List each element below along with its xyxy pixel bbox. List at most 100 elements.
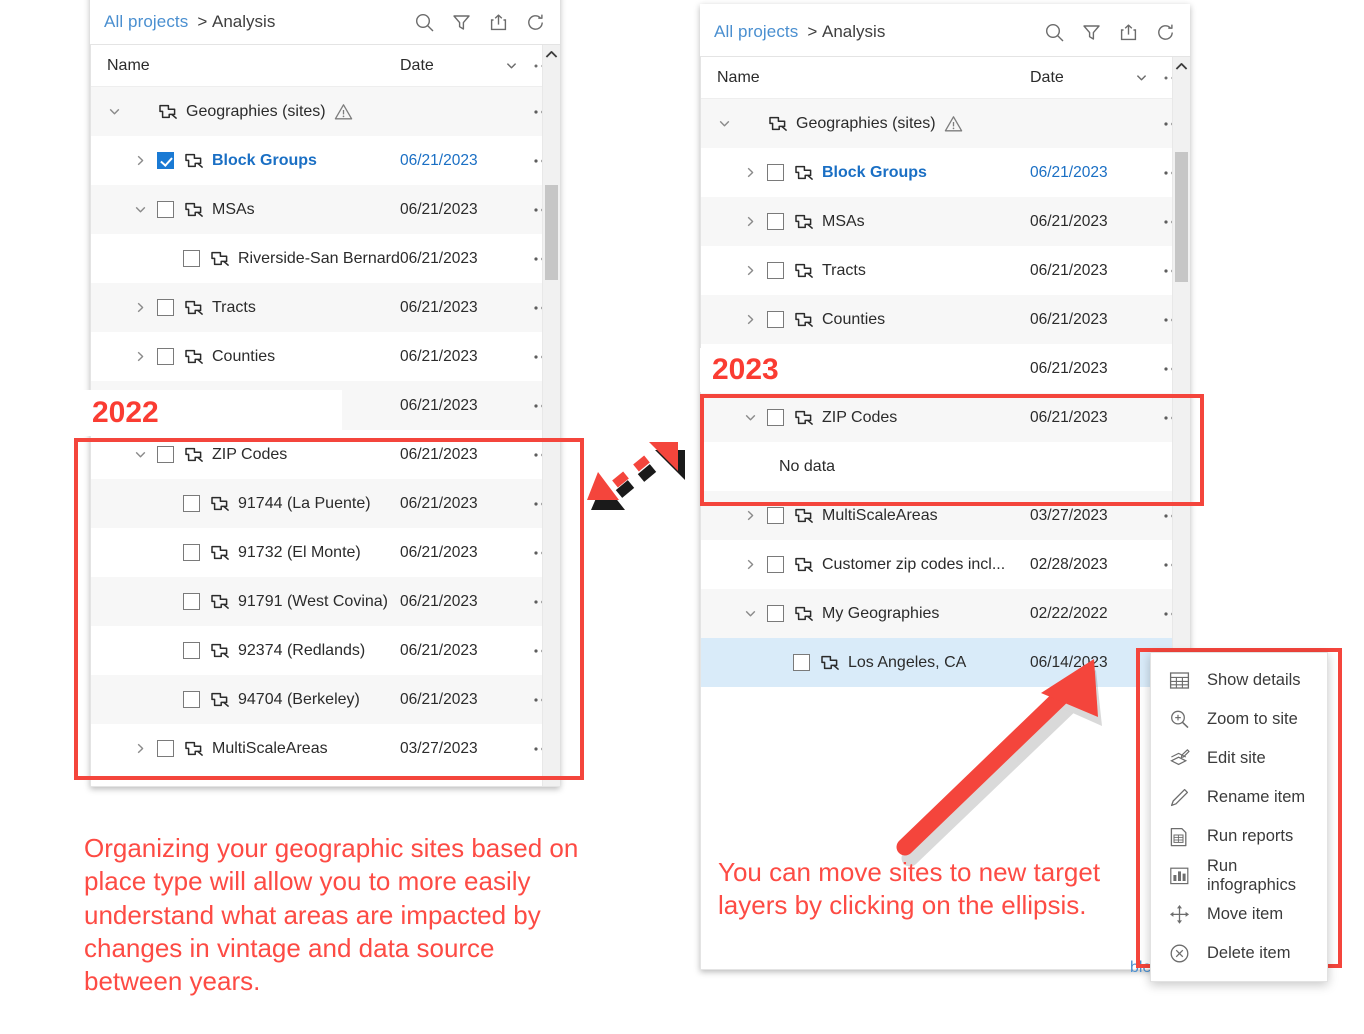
table-row[interactable]: 92374 (Redlands) 06/21/2023 — [91, 626, 560, 675]
row-checkbox[interactable] — [767, 605, 784, 622]
filter-icon[interactable] — [451, 12, 472, 33]
column-header-name[interactable]: Name — [107, 57, 400, 75]
row-checkbox[interactable] — [767, 213, 784, 230]
table-row[interactable]: No data — [701, 442, 1190, 491]
menu-item-show-details[interactable]: Show details — [1151, 661, 1327, 700]
sort-chevron-icon[interactable] — [496, 58, 526, 73]
row-name[interactable]: Tracts — [212, 299, 400, 317]
chevron-down-icon[interactable] — [739, 607, 761, 620]
row-checkbox[interactable] — [767, 311, 784, 328]
row-name[interactable]: Geographies (sites) — [186, 103, 400, 121]
table-row[interactable]: MSAs 06/21/2023 — [701, 197, 1190, 246]
row-name[interactable]: MSAs — [212, 201, 400, 219]
refresh-icon[interactable] — [1155, 22, 1176, 43]
row-checkbox[interactable] — [183, 691, 200, 708]
column-header-date[interactable]: Date — [1030, 69, 1126, 87]
chevron-down-icon[interactable] — [739, 411, 761, 424]
row-name[interactable]: ZIP Codes — [212, 446, 400, 464]
row-name[interactable]: Counties — [212, 348, 400, 366]
breadcrumb-all-projects[interactable]: All projects — [104, 12, 188, 32]
chevron-down-icon[interactable] — [103, 105, 125, 118]
table-row[interactable]: Geographies (sites) — [701, 99, 1190, 148]
scroll-up-icon[interactable] — [543, 45, 560, 64]
chevron-down-icon[interactable] — [713, 117, 735, 130]
chevron-right-icon[interactable] — [739, 313, 761, 326]
breadcrumb-all-projects[interactable]: All projects — [714, 22, 798, 42]
row-checkbox[interactable] — [793, 654, 810, 671]
row-checkbox[interactable] — [767, 409, 784, 426]
chevron-down-icon[interactable] — [129, 203, 151, 216]
table-row[interactable]: ZIP Codes 06/21/2023 — [91, 430, 560, 479]
table-row[interactable]: MultiScaleAreas 03/27/2023 — [701, 491, 1190, 540]
chevron-right-icon[interactable] — [739, 264, 761, 277]
menu-item-run-reports[interactable]: Run reports — [1151, 817, 1327, 856]
search-icon[interactable] — [414, 12, 435, 33]
table-row[interactable]: 91732 (El Monte) 06/21/2023 — [91, 528, 560, 577]
chevron-right-icon[interactable] — [739, 215, 761, 228]
row-checkbox[interactable] — [157, 201, 174, 218]
warning-icon[interactable] — [944, 115, 963, 133]
row-checkbox[interactable] — [183, 593, 200, 610]
table-row[interactable]: Customer zip codes incl... 02/28/2023 — [701, 540, 1190, 589]
row-name[interactable]: Customer zip codes incl... — [822, 556, 1030, 574]
chevron-right-icon[interactable] — [739, 509, 761, 522]
row-checkbox[interactable] — [183, 495, 200, 512]
table-row[interactable]: Counties 06/21/2023 — [91, 332, 560, 381]
warning-icon[interactable] — [334, 103, 353, 121]
sort-chevron-icon[interactable] — [1126, 70, 1156, 85]
table-row[interactable]: Riverside-San Bernardi... 06/21/2023 — [91, 234, 560, 283]
menu-item-edit-site[interactable]: Edit site — [1151, 739, 1327, 778]
row-name[interactable]: 92374 (Redlands) — [238, 642, 400, 660]
share-icon[interactable] — [488, 12, 509, 33]
menu-item-delete-item[interactable]: Delete item — [1151, 934, 1327, 973]
row-name[interactable]: Block Groups — [212, 152, 400, 170]
row-checkbox[interactable] — [157, 446, 174, 463]
table-row[interactable]: 94704 (Berkeley) 06/21/2023 — [91, 675, 560, 724]
chevron-right-icon[interactable] — [129, 301, 151, 314]
row-checkbox[interactable] — [157, 152, 174, 169]
row-name[interactable]: 91744 (La Puente) — [238, 495, 400, 513]
row-checkbox[interactable] — [767, 556, 784, 573]
table-row[interactable]: My Geographies 02/22/2022 — [701, 589, 1190, 638]
row-checkbox[interactable] — [767, 164, 784, 181]
chevron-right-icon[interactable] — [129, 154, 151, 167]
row-checkbox[interactable] — [767, 507, 784, 524]
table-row[interactable]: 91791 (West Covina) 06/21/2023 — [91, 577, 560, 626]
row-name[interactable]: ZIP Codes — [822, 409, 1030, 427]
row-name[interactable]: 91732 (El Monte) — [238, 544, 400, 562]
search-icon[interactable] — [1044, 22, 1065, 43]
table-row[interactable]: ZIP Codes 06/21/2023 — [701, 393, 1190, 442]
menu-item-move-item[interactable]: Move item — [1151, 895, 1327, 934]
chevron-right-icon[interactable] — [129, 350, 151, 363]
table-row[interactable]: Geographies (sites) — [91, 87, 560, 136]
left-scrollbar[interactable] — [542, 45, 560, 786]
share-icon[interactable] — [1118, 22, 1139, 43]
table-row[interactable]: Counties 06/21/2023 — [701, 295, 1190, 344]
row-checkbox[interactable] — [157, 299, 174, 316]
row-checkbox[interactable] — [183, 250, 200, 267]
column-header-date[interactable]: Date — [400, 57, 496, 75]
chevron-right-icon[interactable] — [739, 558, 761, 571]
row-name[interactable]: Riverside-San Bernardi... — [238, 250, 400, 268]
chevron-right-icon[interactable] — [129, 742, 151, 755]
left-scrollbar-thumb[interactable] — [545, 185, 558, 280]
menu-item-zoom-to-site[interactable]: Zoom to site — [1151, 700, 1327, 739]
row-name[interactable]: My Geographies — [822, 605, 1030, 623]
chevron-down-icon[interactable] — [129, 448, 151, 461]
table-row[interactable]: MultiScaleAreas 03/27/2023 — [91, 724, 560, 773]
table-row[interactable]: Tracts 06/21/2023 — [701, 246, 1190, 295]
row-name[interactable]: Geographies (sites) — [796, 115, 1030, 133]
column-header-name[interactable]: Name — [717, 69, 1030, 87]
row-checkbox[interactable] — [157, 348, 174, 365]
row-name[interactable]: MSAs — [822, 213, 1030, 231]
row-name[interactable]: Counties — [822, 311, 1030, 329]
row-name[interactable]: Block Groups — [822, 164, 1030, 182]
table-row[interactable]: Block Groups 06/21/2023 — [701, 148, 1190, 197]
row-name[interactable]: 94704 (Berkeley) — [238, 691, 400, 709]
scroll-up-icon[interactable] — [1173, 57, 1190, 76]
right-scrollbar-thumb[interactable] — [1175, 152, 1188, 282]
row-name[interactable]: 91791 (West Covina) — [238, 593, 400, 611]
table-row[interactable]: MSAs 06/21/2023 — [91, 185, 560, 234]
menu-item-run-infographics[interactable]: Run infographics — [1151, 856, 1327, 895]
row-name[interactable]: MultiScaleAreas — [212, 740, 400, 758]
